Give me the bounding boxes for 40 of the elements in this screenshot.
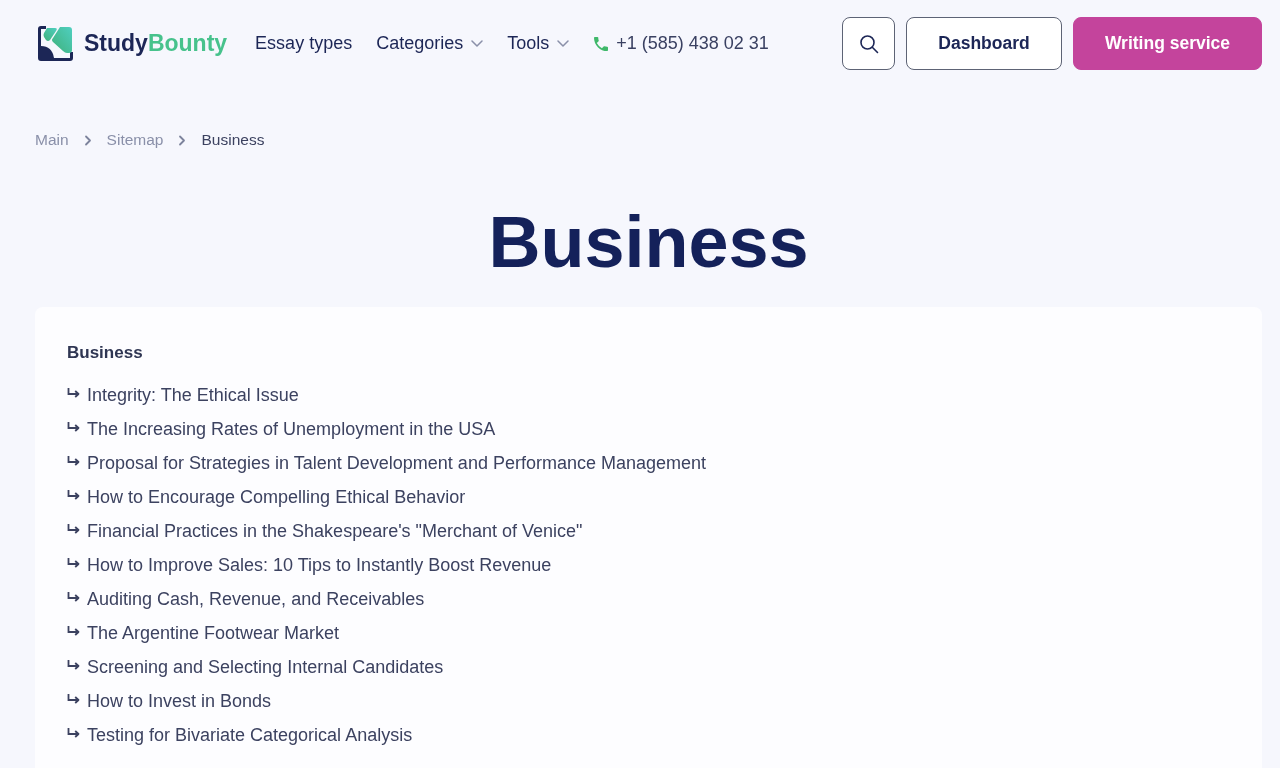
article-link[interactable]: Financial Practices in the Shakespeare's "Merchant of Venice" xyxy=(87,520,583,542)
section-heading: Business xyxy=(67,342,143,364)
turn-right-arrow-icon xyxy=(67,523,80,534)
chevron-right-icon xyxy=(178,134,187,146)
chevron-down-icon xyxy=(557,40,570,47)
writing-service-button[interactable]: Writing service xyxy=(1073,17,1262,70)
turn-right-arrow-icon xyxy=(67,591,80,602)
nav-link[interactable]: Essay types xyxy=(255,33,353,54)
logo-text[interactable]: StudyBounty xyxy=(84,30,228,57)
article-link[interactable]: Screening and Selecting Internal Candidates xyxy=(87,656,444,678)
turn-right-arrow-icon xyxy=(67,455,80,466)
article-link[interactable]: How to Invest in Bonds xyxy=(87,690,272,712)
logo-icon xyxy=(37,25,74,62)
chevron-down-icon xyxy=(471,40,484,47)
turn-right-arrow-icon xyxy=(67,659,80,670)
article-link[interactable]: The Argentine Footwear Market xyxy=(87,622,340,644)
chevron-right-icon xyxy=(83,134,92,146)
article-link[interactable]: The Increasing Rates of Unemployment in the USA xyxy=(87,418,496,440)
nav-dropdown[interactable]: Categories xyxy=(376,33,484,54)
breadcrumb-current[interactable]: Business xyxy=(201,131,265,149)
article-link[interactable]: How to Improve Sales: 10 Tips to Instantly Boost Revenue xyxy=(87,554,552,576)
turn-right-arrow-icon xyxy=(67,693,80,704)
nav-dropdown[interactable]: Tools xyxy=(507,33,570,54)
phone-icon xyxy=(594,36,609,51)
article-link[interactable]: How to Encourage Compelling Ethical Behavior xyxy=(87,486,466,508)
dashboard-button[interactable]: Dashboard xyxy=(906,17,1062,70)
search-icon xyxy=(858,33,879,54)
turn-right-arrow-icon xyxy=(67,421,80,432)
turn-right-arrow-icon xyxy=(67,387,80,398)
article-link[interactable]: Testing for Bivariate Categorical Analysis xyxy=(87,724,413,746)
article-link[interactable]: Proposal for Strategies in Talent Development and Performance Management xyxy=(87,452,706,474)
turn-right-arrow-icon xyxy=(67,625,80,636)
turn-right-arrow-icon xyxy=(67,557,80,568)
search-button[interactable] xyxy=(842,17,895,70)
article-link[interactable]: Auditing Cash, Revenue, and Receivables xyxy=(87,588,425,610)
turn-right-arrow-icon xyxy=(67,727,80,738)
page-title: Business xyxy=(487,202,810,282)
phone-link[interactable]: +1 (585) 438 02 31 xyxy=(594,33,769,54)
article-link[interactable]: Integrity: The Ethical Issue xyxy=(87,384,299,406)
turn-right-arrow-icon xyxy=(67,489,80,500)
